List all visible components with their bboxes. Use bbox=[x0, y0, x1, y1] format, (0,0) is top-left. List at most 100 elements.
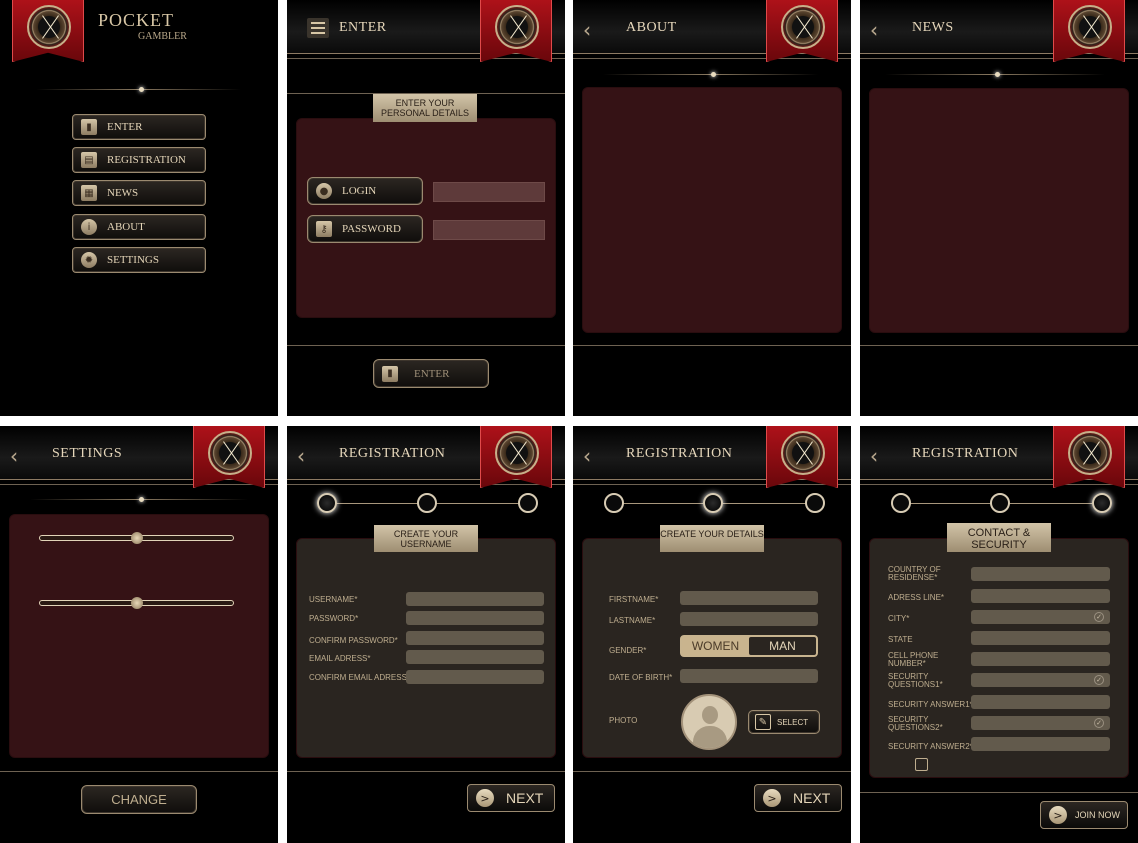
screen-about: ‹‹ ABOUT bbox=[573, 0, 851, 416]
screen-enter: ENTER ENTER YOUR PERSONAL DETAILS ● LOGIN… bbox=[287, 0, 565, 416]
firstname-input[interactable] bbox=[680, 591, 818, 605]
step-2-indicator bbox=[990, 493, 1010, 513]
photo-label: PHOTO bbox=[609, 716, 638, 725]
state-input[interactable] bbox=[971, 631, 1110, 645]
about-content-panel bbox=[582, 87, 842, 333]
gender-toggle[interactable]: WOMEN MAN bbox=[680, 635, 818, 657]
password-label: PASSWORD* bbox=[309, 614, 359, 623]
settings-slider-2[interactable] bbox=[39, 597, 234, 609]
header-divider bbox=[573, 58, 851, 59]
gender-women-option[interactable]: WOMEN bbox=[682, 637, 749, 655]
security-question2-select[interactable]: ✓ bbox=[971, 716, 1110, 730]
header-divider bbox=[0, 484, 278, 485]
password-input[interactable] bbox=[406, 611, 544, 625]
page-title: NEWS bbox=[912, 20, 954, 35]
state-label: STATE bbox=[888, 635, 913, 644]
door-icon: ▮ bbox=[382, 365, 398, 382]
slider-knob[interactable] bbox=[131, 597, 143, 609]
confirm-email-input[interactable] bbox=[406, 670, 544, 684]
lastname-input[interactable] bbox=[680, 612, 818, 626]
security-answer1-input[interactable] bbox=[971, 695, 1110, 709]
email-label: EMAIL ADRESS* bbox=[309, 654, 371, 663]
page-title: REGISTRATION bbox=[626, 446, 733, 461]
divider bbox=[287, 771, 565, 772]
screen-main-menu: POCKET GAMBLER ▮ ENTER ▤ REGISTRATION ▦ NEW… bbox=[0, 0, 278, 416]
email-input[interactable] bbox=[406, 650, 544, 664]
gender-man-option[interactable]: MAN bbox=[749, 637, 816, 655]
chevron-down-icon: ✓ bbox=[1094, 718, 1104, 728]
confirm-password-input[interactable] bbox=[406, 631, 544, 645]
next-button[interactable]: > NEXT bbox=[754, 784, 842, 812]
screen-registration-contact: ‹‹ REGISTRATION CONTACT & SECURITY COUNT… bbox=[860, 426, 1138, 843]
roulette-ribbon bbox=[766, 426, 838, 488]
join-now-button[interactable]: > JOIN NOW bbox=[1040, 801, 1128, 829]
gear-icon: ✹ bbox=[81, 252, 97, 268]
slider-knob[interactable] bbox=[131, 532, 143, 544]
menu-enter-button[interactable]: ▮ ENTER bbox=[72, 114, 206, 140]
edit-photo-icon: ✎ bbox=[755, 714, 771, 730]
arrow-right-icon: > bbox=[476, 789, 494, 807]
menu-registration-button[interactable]: ▤ REGISTRATION bbox=[72, 147, 206, 173]
divider bbox=[36, 87, 241, 92]
roulette-icon bbox=[208, 431, 252, 475]
terms-checkbox[interactable] bbox=[915, 758, 928, 771]
roulette-ribbon bbox=[193, 426, 265, 488]
address-label: ADRESS LINE* bbox=[888, 593, 945, 602]
roulette-icon bbox=[495, 5, 539, 49]
password-input[interactable] bbox=[433, 220, 545, 240]
roulette-icon bbox=[27, 5, 71, 49]
logo-title: POCKET bbox=[98, 10, 175, 30]
confirm-password-label: CONFIRM PASSWORD* bbox=[309, 636, 398, 645]
menu-about-button[interactable]: i ABOUT bbox=[72, 214, 206, 240]
city-select[interactable]: ✓ bbox=[971, 610, 1110, 624]
header-divider bbox=[860, 484, 1138, 485]
hamburger-menu-icon[interactable] bbox=[307, 18, 329, 38]
step-2-indicator bbox=[417, 493, 437, 513]
security-question1-label: SECURITY QUESTIONS1* bbox=[888, 672, 943, 689]
country-label: COUNTRY OF RESIDENSE* bbox=[888, 565, 941, 582]
security-answer2-input[interactable] bbox=[971, 737, 1110, 751]
roulette-ribbon bbox=[480, 426, 552, 488]
login-input[interactable] bbox=[433, 182, 545, 202]
roulette-icon bbox=[781, 431, 825, 475]
divider bbox=[287, 345, 565, 346]
menu-news-button[interactable]: ▦ NEWS bbox=[72, 180, 206, 206]
menu-settings-button[interactable]: ✹ SETTINGS bbox=[72, 247, 206, 273]
news-content-panel bbox=[869, 88, 1129, 333]
step-3-indicator bbox=[805, 493, 825, 513]
roulette-icon bbox=[781, 5, 825, 49]
step-2-indicator bbox=[703, 493, 723, 513]
news-icon: ▦ bbox=[81, 185, 97, 201]
divider bbox=[573, 771, 851, 772]
step-3-indicator bbox=[1092, 493, 1112, 513]
phone-label: CELL PHONE NUMBER* bbox=[888, 651, 939, 668]
username-input[interactable] bbox=[406, 592, 544, 606]
phone-input[interactable] bbox=[971, 652, 1110, 666]
key-icon: ⚷ bbox=[316, 221, 332, 237]
divider bbox=[860, 345, 1138, 346]
change-button[interactable]: CHANGE bbox=[81, 785, 197, 814]
country-input[interactable] bbox=[971, 567, 1110, 581]
select-photo-button[interactable]: ✎ SELECT bbox=[748, 710, 820, 734]
page-title: ABOUT bbox=[626, 20, 677, 35]
next-button[interactable]: > NEXT bbox=[467, 784, 555, 812]
settings-slider-1[interactable] bbox=[39, 532, 234, 544]
roulette-icon bbox=[1068, 5, 1112, 49]
section-tag: CREATE YOUR USERNAME bbox=[374, 525, 478, 552]
page-title: ENTER bbox=[339, 20, 387, 35]
page-title: REGISTRATION bbox=[339, 446, 446, 461]
dob-input[interactable] bbox=[680, 669, 818, 683]
address-input[interactable] bbox=[971, 589, 1110, 603]
divider bbox=[0, 771, 278, 772]
user-icon: ● bbox=[316, 183, 332, 199]
divider bbox=[30, 497, 248, 502]
registration-panel bbox=[296, 538, 556, 758]
roulette-ribbon bbox=[480, 0, 552, 62]
roulette-ribbon bbox=[1053, 0, 1125, 62]
username-label: USERNAME* bbox=[309, 595, 358, 604]
screen-registration-username: ‹‹ REGISTRATION CREATE YOUR USERNAME USE… bbox=[287, 426, 565, 843]
security-question1-select[interactable]: ✓ bbox=[971, 673, 1110, 687]
header-divider bbox=[860, 58, 1138, 59]
enter-submit-button[interactable]: ▮ ENTER bbox=[373, 359, 489, 388]
divider bbox=[885, 72, 1105, 77]
